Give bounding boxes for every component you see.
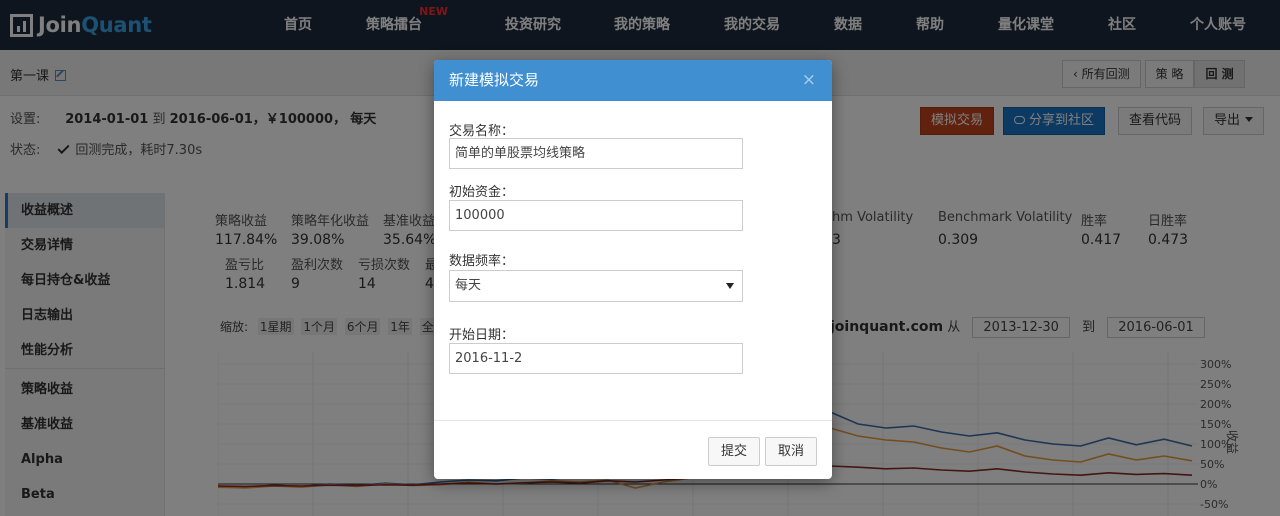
start-date-input[interactable]: 2016-11-2: [449, 343, 743, 374]
data-frequency-label: 数据频率：: [449, 254, 515, 269]
trade-name-input[interactable]: 简单的单股票均线策略: [449, 138, 743, 169]
initial-capital-input[interactable]: 100000: [449, 200, 743, 231]
cancel-button[interactable]: 取消: [765, 437, 818, 466]
submit-button[interactable]: 提交: [708, 437, 761, 466]
trade-name-label: 交易名称：: [449, 124, 515, 139]
dialog-header: 新建模拟交易 ×: [434, 60, 832, 101]
start-date-label: 开始日期：: [449, 328, 515, 343]
data-frequency-select[interactable]: 每天: [449, 270, 743, 302]
dropdown-arrow-icon: [726, 283, 734, 289]
initial-capital-label: 初始资金：: [449, 185, 515, 200]
dialog-footer: 提交 取消: [434, 420, 832, 479]
dialog-title: 新建模拟交易: [449, 71, 540, 89]
new-simulated-trade-dialog: 新建模拟交易 × 交易名称： 简单的单股票均线策略 初始资金： 100000 数…: [434, 60, 832, 479]
close-icon[interactable]: ×: [802, 60, 816, 101]
